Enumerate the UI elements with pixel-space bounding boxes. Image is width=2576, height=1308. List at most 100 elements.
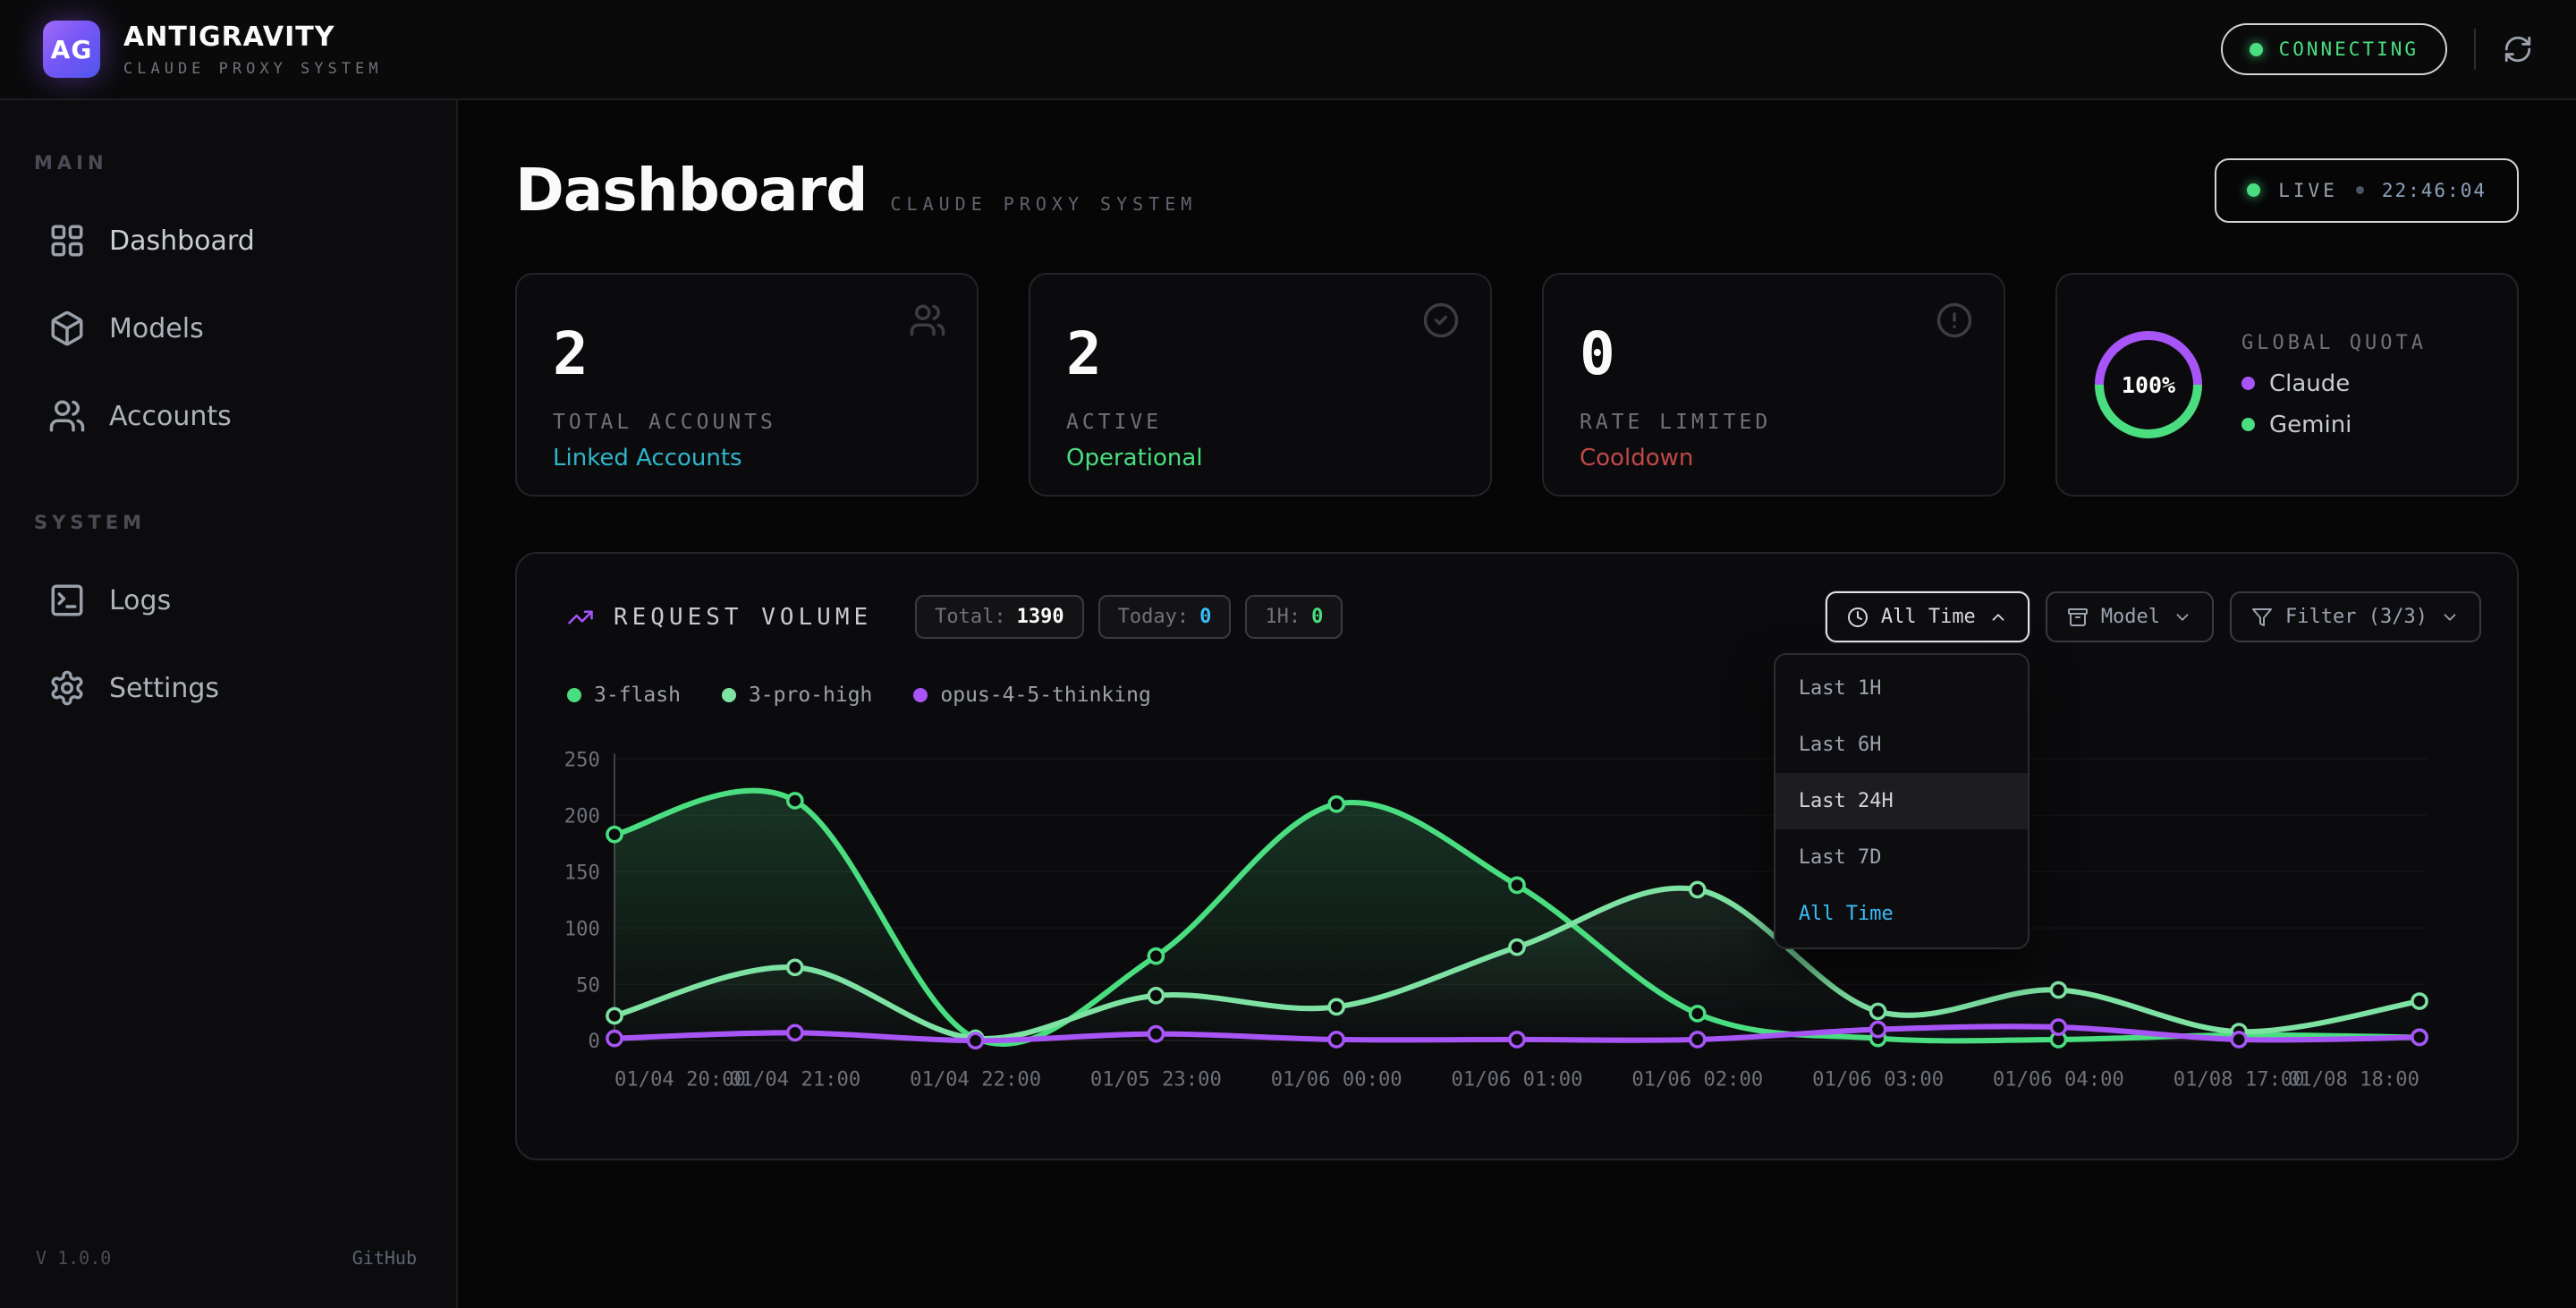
live-dot-icon bbox=[2247, 183, 2260, 197]
data-point bbox=[1510, 1032, 1524, 1047]
sidebar-item-logs[interactable]: Logs bbox=[0, 556, 456, 644]
request-volume-chart: 05010015020025001/04 20:0001/04 21:0001/… bbox=[517, 723, 2517, 1117]
sidebar-footer: V 1.0.0 GitHub bbox=[0, 1247, 456, 1308]
data-point bbox=[2051, 1020, 2065, 1034]
data-point bbox=[788, 794, 802, 808]
data-point bbox=[607, 1032, 622, 1046]
data-point bbox=[1510, 878, 1524, 892]
svg-text:50: 50 bbox=[576, 973, 600, 997]
sidebar-item-models[interactable]: Models bbox=[0, 285, 456, 372]
live-label: LIVE bbox=[2278, 180, 2338, 201]
app-title: ANTIGRAVITY bbox=[123, 21, 382, 53]
app-subtitle: CLAUDE PROXY SYSTEM bbox=[123, 60, 382, 78]
button-label: Filter (3/3) bbox=[2285, 606, 2428, 628]
data-point bbox=[1329, 797, 1343, 811]
brand: AG ANTIGRAVITY CLAUDE PROXY SYSTEM bbox=[43, 21, 382, 78]
legend-dot-icon bbox=[913, 688, 928, 702]
menu-item-last-24h[interactable]: Last 24H bbox=[1775, 773, 2028, 829]
sidebar-section-label: SYSTEM bbox=[34, 512, 456, 533]
page-subtitle: CLAUDE PROXY SYSTEM bbox=[891, 193, 1198, 215]
stat-sublabel: Linked Accounts bbox=[553, 445, 941, 471]
chart-controls: All TimeLast 1HLast 6HLast 24HLast 7DAll… bbox=[1826, 591, 2481, 642]
trending-up-icon bbox=[567, 604, 594, 631]
stat-card: 2ACTIVEOperational bbox=[1029, 273, 1492, 497]
global-quota-card: 100% GLOBAL QUOTA ClaudeGemini bbox=[2055, 273, 2519, 497]
sidebar-section: MAINDashboardModelsAccounts bbox=[0, 152, 456, 460]
grid-icon bbox=[48, 222, 86, 259]
volume-badge: Total:1390 bbox=[915, 595, 1083, 639]
quota-legend-label: Claude bbox=[2269, 370, 2350, 397]
legend-dot-icon bbox=[722, 688, 736, 702]
data-point bbox=[1871, 1023, 1885, 1037]
stat-label: ACTIVE bbox=[1066, 411, 1454, 434]
request-volume-panel: REQUEST VOLUME Total:1390 Today: 0 1H: 0 All… bbox=[515, 552, 2519, 1160]
filter-button[interactable]: Filter (3/3) bbox=[2230, 591, 2481, 642]
svg-text:01/04 22:00: 01/04 22:00 bbox=[910, 1068, 1041, 1091]
menu-item-last-7d[interactable]: Last 7D bbox=[1775, 829, 2028, 886]
data-point bbox=[2412, 1030, 2427, 1044]
data-point bbox=[788, 960, 802, 974]
legend-label: 3-flash bbox=[594, 684, 681, 707]
data-point bbox=[1690, 882, 1705, 896]
menu-item-last-6h[interactable]: Last 6H bbox=[1775, 717, 2028, 773]
github-link[interactable]: GitHub bbox=[352, 1247, 417, 1269]
data-point bbox=[1148, 949, 1163, 964]
stat-label: RATE LIMITED bbox=[1580, 411, 1968, 434]
chevron-down-icon bbox=[2440, 607, 2460, 627]
alert-circle-icon bbox=[1936, 302, 1973, 339]
data-point bbox=[1510, 940, 1524, 955]
menu-item-last-1h[interactable]: Last 1H bbox=[1775, 660, 2028, 717]
data-point bbox=[2051, 982, 2065, 997]
sidebar-item-label: Logs bbox=[109, 585, 171, 616]
sidebar-item-dashboard[interactable]: Dashboard bbox=[0, 197, 456, 285]
time-range-button[interactable]: All Time bbox=[1826, 591, 2029, 642]
stat-sublabel: Cooldown bbox=[1580, 445, 1968, 471]
svg-text:01/08 17:00: 01/08 17:00 bbox=[2174, 1068, 2305, 1091]
svg-text:150: 150 bbox=[564, 861, 600, 884]
app-logo: AG bbox=[43, 21, 100, 78]
clock-icon bbox=[1847, 607, 1868, 628]
svg-text:01/04 20:00: 01/04 20:00 bbox=[614, 1068, 746, 1091]
legend-dot-icon bbox=[2241, 418, 2255, 431]
quota-legend-label: Gemini bbox=[2269, 412, 2351, 438]
model-button[interactable]: Model bbox=[2046, 591, 2214, 642]
sidebar-item-settings[interactable]: Settings bbox=[0, 644, 456, 732]
users-icon bbox=[909, 302, 946, 339]
data-point bbox=[607, 1008, 622, 1023]
badge-label: 1H: bbox=[1265, 606, 1301, 628]
page-title: Dashboard bbox=[515, 156, 868, 225]
badge-value: 0 bbox=[1199, 606, 1211, 628]
quota-legend-item: Gemini bbox=[2241, 412, 2427, 438]
badge-label: Total: bbox=[935, 606, 1005, 628]
quota-percent: 100% bbox=[2089, 326, 2207, 444]
legend-label: opus-4-5-thinking bbox=[940, 684, 1150, 707]
data-point bbox=[1148, 1027, 1163, 1041]
refresh-button[interactable] bbox=[2503, 34, 2533, 64]
cube-icon bbox=[48, 310, 86, 347]
svg-text:01/04 21:00: 01/04 21:00 bbox=[729, 1068, 860, 1091]
legend-dot-icon bbox=[567, 688, 581, 702]
data-point bbox=[788, 1025, 802, 1040]
legend-item-opus-4-5-thinking: opus-4-5-thinking bbox=[913, 684, 1150, 707]
panel-title: REQUEST VOLUME bbox=[614, 604, 872, 631]
svg-text:01/08 18:00: 01/08 18:00 bbox=[2288, 1068, 2419, 1091]
badge-value: 0 bbox=[1311, 606, 1323, 628]
legend-item-3-flash: 3-flash bbox=[567, 684, 681, 707]
data-point bbox=[1329, 1032, 1343, 1047]
separator-dot-icon bbox=[2356, 186, 2364, 194]
chevron-down-icon bbox=[2173, 607, 2192, 627]
sidebar-item-label: Settings bbox=[109, 673, 219, 704]
data-point bbox=[1871, 1004, 1885, 1018]
svg-text:01/06 00:00: 01/06 00:00 bbox=[1271, 1068, 1402, 1091]
filter-icon bbox=[2251, 607, 2273, 628]
button-label: Model bbox=[2101, 606, 2160, 628]
data-point bbox=[2232, 1032, 2246, 1047]
data-point bbox=[1148, 989, 1163, 1003]
sidebar: MAINDashboardModelsAccounts SYSTEM Logs Set… bbox=[0, 100, 458, 1308]
badge-label: Today: bbox=[1118, 606, 1189, 628]
menu-item-all-time[interactable]: All Time bbox=[1775, 886, 2028, 942]
sidebar-item-accounts[interactable]: Accounts bbox=[0, 372, 456, 460]
version-label: V 1.0.0 bbox=[36, 1247, 111, 1269]
status-dot-icon bbox=[2250, 43, 2263, 56]
legend-label: 3-pro-high bbox=[749, 684, 872, 707]
